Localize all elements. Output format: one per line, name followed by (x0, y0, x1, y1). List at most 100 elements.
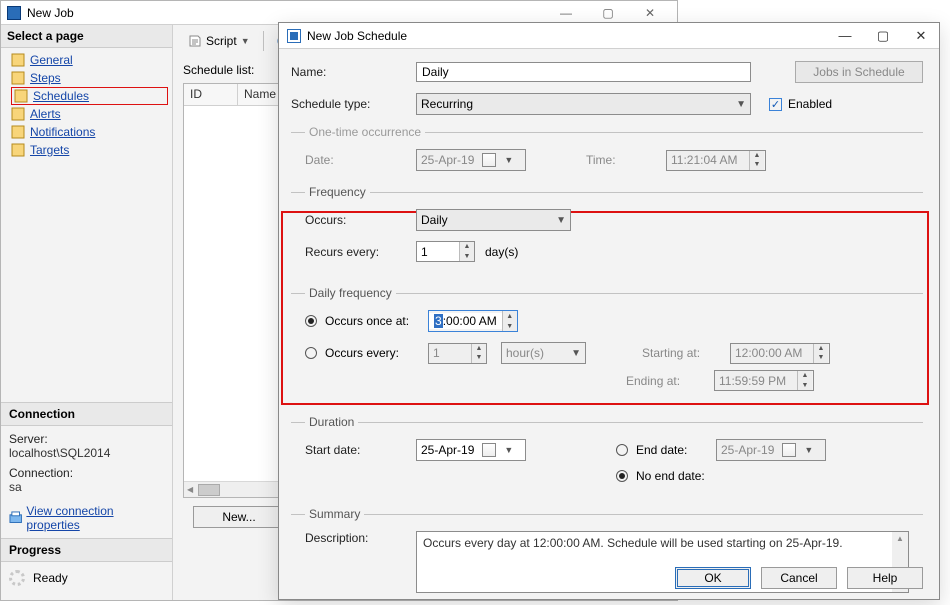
connection-value: sa (9, 480, 164, 494)
page-item-general[interactable]: General (11, 51, 168, 69)
new-schedule-button[interactable]: New... (193, 506, 285, 528)
page-item-notifications[interactable]: Notifications (11, 123, 168, 141)
scroll-thumb[interactable] (198, 484, 220, 496)
progress-status: Ready (33, 571, 68, 585)
ok-button[interactable]: OK (675, 567, 751, 589)
page-list: General Steps Schedules Alerts Notificat… (1, 48, 172, 162)
schedule-type-label: Schedule type: (291, 97, 416, 111)
chevron-down-icon: ▼ (504, 445, 513, 455)
occurs-every-radio[interactable] (305, 347, 317, 359)
spin-up-icon[interactable]: ▲ (503, 311, 517, 321)
spin-down-icon[interactable]: ▼ (460, 252, 474, 262)
minimize-button[interactable]: — (545, 2, 587, 24)
duration-group: Duration Start date: 25-Apr-19 ▼ End dat… (291, 415, 923, 495)
scroll-up-icon[interactable]: ▲ (896, 534, 904, 543)
page-item-label: Targets (30, 143, 69, 157)
onetime-date-picker: 25-Apr-19 ▼ (416, 149, 526, 171)
calendar-icon (482, 153, 496, 167)
end-date-value: 25-Apr-19 (721, 443, 774, 457)
no-end-date-label: No end date: (636, 469, 705, 483)
scroll-left-icon[interactable]: ◀ (184, 485, 196, 494)
name-input[interactable] (416, 62, 751, 82)
page-icon (11, 107, 25, 121)
spin-up-icon: ▲ (798, 371, 812, 381)
occurs-once-time-spinner[interactable]: 3:00:00 AM ▲▼ (428, 310, 518, 332)
close-button[interactable]: ✕ (629, 2, 671, 24)
chevron-down-icon: ▼ (736, 99, 746, 110)
page-item-alerts[interactable]: Alerts (11, 105, 168, 123)
page-item-label: Schedules (33, 89, 89, 103)
onetime-time-value (667, 151, 749, 170)
script-button[interactable]: Script ▼ (183, 31, 255, 51)
summary-group-label: Summary (305, 507, 364, 521)
spin-up-icon[interactable]: ▲ (460, 242, 474, 252)
end-date-label: End date: (636, 443, 716, 457)
view-connection-properties-link[interactable]: View connection properties (9, 504, 164, 532)
connection-header: Connection (1, 403, 172, 426)
summary-group: Summary Description: Occurs every day at… (291, 507, 923, 605)
occurs-once-radio[interactable] (305, 315, 317, 327)
chevron-down-icon: ▼ (241, 36, 250, 46)
enabled-label: Enabled (788, 97, 832, 111)
script-label: Script (206, 34, 237, 48)
onetime-group-label: One-time occurrence (305, 125, 425, 139)
page-item-label: Notifications (30, 125, 95, 139)
occurs-once-time-hours: 3 (434, 314, 443, 328)
connection-label: Connection: (9, 466, 164, 480)
page-item-targets[interactable]: Targets (11, 141, 168, 159)
occurs-every-count (429, 344, 471, 363)
occurs-select[interactable]: Daily ▼ (416, 209, 571, 231)
grid-column-id[interactable]: ID (184, 84, 238, 105)
page-item-label: General (30, 53, 73, 67)
onetime-date-value: 25-Apr-19 (421, 153, 474, 167)
dialog-maximize-button[interactable]: ▢ (873, 28, 893, 44)
progress-block: Progress Ready (1, 538, 172, 600)
cancel-button[interactable]: Cancel (761, 567, 837, 589)
enabled-checkbox[interactable]: ✓ Enabled (769, 97, 832, 111)
recurs-value[interactable] (417, 242, 459, 261)
maximize-button[interactable]: ▢ (587, 2, 629, 24)
spin-up-icon: ▲ (472, 344, 486, 354)
new-job-schedule-dialog: New Job Schedule — ▢ ✕ Name: Jobs in Sch… (278, 22, 940, 600)
chevron-down-icon: ▼ (571, 348, 581, 359)
page-item-steps[interactable]: Steps (11, 69, 168, 87)
select-page-header: Select a page (1, 25, 172, 48)
script-icon (188, 34, 202, 48)
start-date-label: Start date: (305, 443, 416, 457)
page-icon (11, 53, 25, 67)
end-date-picker: 25-Apr-19 ▼ (716, 439, 826, 461)
app-icon (7, 6, 21, 20)
help-button[interactable]: Help (847, 567, 923, 589)
duration-group-label: Duration (305, 415, 358, 429)
dialog-close-button[interactable]: ✕ (911, 28, 931, 44)
description-label: Description: (305, 531, 416, 545)
end-date-radio[interactable] (616, 444, 628, 456)
chevron-down-icon: ▼ (504, 155, 513, 165)
occurs-every-unit: hour(s) (506, 346, 544, 360)
progress-spinner-icon (9, 570, 25, 586)
recurs-unit: day(s) (485, 245, 518, 259)
recurs-spinner[interactable]: ▲▼ (416, 241, 475, 262)
page-icon (11, 125, 25, 139)
page-icon (14, 89, 28, 103)
spin-up-icon: ▲ (750, 151, 764, 161)
no-end-date-radio[interactable] (616, 470, 628, 482)
ending-at-value (715, 371, 797, 390)
chevron-down-icon: ▼ (804, 445, 813, 455)
dialog-minimize-button[interactable]: — (835, 28, 855, 44)
spin-down-icon[interactable]: ▼ (503, 321, 517, 331)
page-item-schedules[interactable]: Schedules (11, 87, 168, 105)
page-item-label: Steps (30, 71, 61, 85)
schedule-type-select[interactable]: Recurring ▼ (416, 93, 751, 115)
spin-down-icon: ▼ (814, 353, 828, 363)
name-label: Name: (291, 65, 416, 79)
frequency-group-label: Frequency (305, 185, 370, 199)
checkbox-icon: ✓ (769, 98, 782, 111)
occurs-every-unit-select: hour(s) ▼ (501, 342, 586, 364)
start-date-picker[interactable]: 25-Apr-19 ▼ (416, 439, 526, 461)
daily-frequency-group-label: Daily frequency (305, 286, 396, 300)
page-icon (11, 71, 25, 85)
starting-at-label: Starting at: (642, 346, 722, 360)
dialog-title: New Job Schedule (307, 29, 407, 43)
onetime-date-label: Date: (305, 153, 416, 167)
